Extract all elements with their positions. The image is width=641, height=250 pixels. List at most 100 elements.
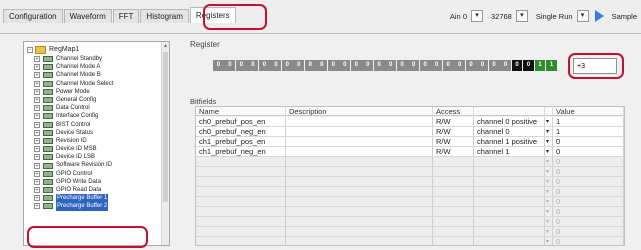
- register-tree[interactable]: − RegMap1 + Channel Standby + Channel Mode …: [23, 41, 170, 246]
- expand-icon[interactable]: +: [34, 129, 40, 136]
- expand-icon[interactable]: +: [34, 105, 40, 112]
- tree-item[interactable]: + GPIO Write Data: [34, 178, 113, 186]
- bitfield-channel-select[interactable]: channel 0: [474, 127, 545, 136]
- expand-icon[interactable]: +: [34, 64, 40, 71]
- expand-icon[interactable]: +: [34, 187, 40, 194]
- register-value-field[interactable]: [573, 58, 617, 74]
- expand-icon[interactable]: +: [34, 154, 40, 161]
- expand-icon[interactable]: +: [34, 113, 40, 120]
- tree-item[interactable]: + Device Status: [34, 129, 113, 137]
- register-bit[interactable]: 0: [419, 60, 431, 71]
- bitfield-value[interactable]: 1: [553, 117, 624, 126]
- dropdown-arrow-icon[interactable]: ▾: [545, 147, 553, 156]
- tab-fft[interactable]: FFT: [112, 9, 140, 23]
- register-bit[interactable]: 0: [454, 60, 466, 71]
- scroll-up-icon[interactable]: ▲: [162, 42, 169, 50]
- tree-item[interactable]: + Device ID LSB: [34, 153, 113, 161]
- bitfield-value[interactable]: 0: [553, 147, 624, 156]
- table-row[interactable]: ch0_prebuf_neg_en R/W channel 0 ▾ 1: [196, 127, 624, 137]
- tree-item[interactable]: + Channel Mode Select: [34, 80, 113, 88]
- expand-icon[interactable]: +: [34, 88, 40, 95]
- register-bit[interactable]: 1: [534, 60, 546, 71]
- table-row[interactable]: ch1_prebuf_pos_en R/W channel 1 positive ▾ 0: [196, 137, 624, 147]
- tree-item[interactable]: + Channel Mode B: [34, 71, 113, 79]
- tab-waveform[interactable]: Waveform: [63, 9, 112, 23]
- tab-configuration[interactable]: Configuration: [3, 9, 63, 23]
- register-bit[interactable]: 0: [258, 60, 270, 71]
- register-bit[interactable]: 0: [247, 60, 259, 71]
- dropdown-arrow-icon[interactable]: ▾: [545, 137, 553, 146]
- register-bit[interactable]: 0: [431, 60, 443, 71]
- expand-icon[interactable]: +: [34, 162, 40, 169]
- register-bit[interactable]: 0: [281, 60, 293, 71]
- bitfield-channel-select[interactable]: channel 1: [474, 147, 545, 156]
- dropdown-arrow-icon[interactable]: ▾: [545, 117, 553, 126]
- table-row[interactable]: ch1_prebuf_neg_en R/W channel 1 ▾ 0: [196, 147, 624, 157]
- register-bit[interactable]: 0: [362, 60, 374, 71]
- register-bit[interactable]: 0: [500, 60, 511, 71]
- expand-icon[interactable]: +: [34, 56, 40, 63]
- samples-dropdown-button[interactable]: ▾: [515, 10, 528, 22]
- expand-icon[interactable]: +: [34, 146, 40, 153]
- expand-icon[interactable]: +: [34, 80, 40, 87]
- tree-scrollbar[interactable]: ▲: [161, 42, 169, 245]
- tree-item[interactable]: + Precharge Buffer 2: [34, 202, 113, 211]
- register-bit[interactable]: 0: [327, 60, 339, 71]
- expand-icon[interactable]: +: [34, 137, 40, 144]
- tree-item[interactable]: + Channel Mode A: [34, 63, 113, 71]
- register-bit[interactable]: 0: [396, 60, 408, 71]
- tree-item[interactable]: + General Config: [34, 96, 113, 104]
- register-bit[interactable]: 0: [373, 60, 385, 71]
- register-bit[interactable]: 0: [316, 60, 328, 71]
- register-bit[interactable]: 0: [270, 60, 282, 71]
- register-bit[interactable]: 0: [477, 60, 489, 71]
- register-bit[interactable]: 1: [546, 60, 557, 71]
- tree-item[interactable]: + Channel Standby: [34, 55, 113, 63]
- sample-button[interactable]: Sample: [612, 12, 637, 21]
- tree-item[interactable]: + GPIO Control: [34, 170, 113, 178]
- register-bit[interactable]: 0: [339, 60, 351, 71]
- register-bit[interactable]: 0: [442, 60, 454, 71]
- tree-root[interactable]: − RegMap1: [27, 45, 79, 54]
- register-bit[interactable]: 0: [293, 60, 305, 71]
- expand-icon[interactable]: +: [34, 178, 40, 185]
- expand-icon[interactable]: +: [34, 121, 40, 128]
- register-bit[interactable]: 0: [224, 60, 236, 71]
- register-bit[interactable]: 0: [350, 60, 362, 71]
- register-bit[interactable]: 0: [213, 60, 224, 71]
- channel-dropdown-button[interactable]: ▾: [471, 10, 483, 22]
- register-bit[interactable]: 0: [304, 60, 316, 71]
- tree-item[interactable]: + Interface Config: [34, 112, 113, 120]
- expand-icon[interactable]: +: [34, 203, 40, 210]
- tree-item[interactable]: + Data Control: [34, 104, 113, 112]
- tree-item[interactable]: + Power Mode: [34, 88, 113, 96]
- scroll-thumb[interactable]: [163, 52, 168, 202]
- bitfield-channel-select[interactable]: channel 1 positive: [474, 137, 545, 146]
- bitfield-value[interactable]: 0: [553, 137, 624, 146]
- tab-registers[interactable]: Registers: [189, 7, 236, 23]
- tab-histogram[interactable]: Histogram: [140, 9, 189, 23]
- register-bit[interactable]: 0: [465, 60, 477, 71]
- register-bit[interactable]: 0: [488, 60, 500, 71]
- expand-icon[interactable]: +: [34, 195, 40, 202]
- register-bit[interactable]: 0: [523, 60, 534, 71]
- table-row[interactable]: ch0_prebuf_pos_en R/W channel 0 positive ▾ 1: [196, 117, 624, 127]
- expand-icon[interactable]: +: [34, 170, 40, 177]
- expand-icon[interactable]: +: [34, 97, 40, 104]
- tree-item[interactable]: + Software Revision ID: [34, 161, 113, 169]
- register-bit[interactable]: 0: [408, 60, 420, 71]
- expand-icon[interactable]: +: [34, 72, 40, 79]
- tree-item[interactable]: + Device ID MSB: [34, 145, 113, 153]
- register-bit[interactable]: 0: [235, 60, 247, 71]
- play-icon[interactable]: [594, 10, 604, 22]
- register-bit[interactable]: 0: [511, 60, 523, 71]
- tree-item[interactable]: + GPIO Read Data: [34, 186, 113, 194]
- run-mode-dropdown-button[interactable]: ▾: [576, 10, 589, 22]
- bitfield-value[interactable]: 1: [553, 127, 624, 136]
- bitfield-channel-select[interactable]: channel 0 positive: [474, 117, 545, 126]
- tree-item[interactable]: + Revision ID: [34, 137, 113, 145]
- register-bit[interactable]: 0: [385, 60, 397, 71]
- tree-item[interactable]: + BIST Control: [34, 121, 113, 129]
- collapse-icon[interactable]: −: [27, 46, 33, 53]
- dropdown-arrow-icon[interactable]: ▾: [545, 127, 553, 136]
